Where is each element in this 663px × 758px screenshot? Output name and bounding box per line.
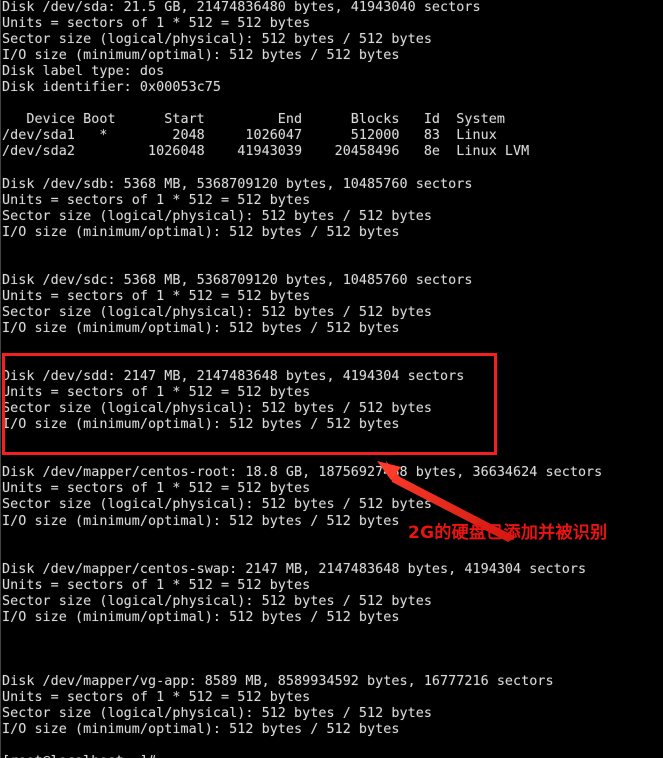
terminal-line: Disk /dev/sdc: 5368 MB, 5368709120 bytes… xyxy=(2,272,473,288)
fdisk-output: Disk /dev/sda: 21.5 GB, 21474836480 byte… xyxy=(2,0,602,758)
terminal-line: Units = sectors of 1 * 512 = 512 bytes xyxy=(2,577,311,593)
terminal-line: Sector size (logical/physical): 512 byte… xyxy=(2,706,432,722)
terminal-line: Disk /dev/mapper/vg-app: 8589 MB, 858993… xyxy=(2,673,554,689)
terminal-line: Sector size (logical/physical): 512 byte… xyxy=(2,32,432,48)
terminal-line: Disk label type: dos xyxy=(2,64,165,80)
terminal-line: I/O size (minimum/optimal): 512 bytes / … xyxy=(2,417,400,433)
terminal-left-edge xyxy=(0,0,1,758)
terminal-line: /dev/sda2 1026048 41943039 20458496 8e L… xyxy=(2,144,530,160)
terminal-line: I/O size (minimum/optimal): 512 bytes / … xyxy=(2,320,400,336)
terminal-line: Sector size (logical/physical): 512 byte… xyxy=(2,401,432,417)
terminal-line: Units = sectors of 1 * 512 = 512 bytes xyxy=(2,288,311,304)
terminal-line: Units = sectors of 1 * 512 = 512 bytes xyxy=(2,16,311,32)
terminal-line: Device Boot Start End Blocks Id System xyxy=(2,112,505,128)
terminal-line: Disk /dev/mapper/centos-root: 18.8 GB, 1… xyxy=(2,465,603,481)
terminal-line: Sector size (logical/physical): 512 byte… xyxy=(2,208,432,224)
terminal-line: Units = sectors of 1 * 512 = 512 bytes xyxy=(2,481,311,497)
terminal-line: Units = sectors of 1 * 512 = 512 bytes xyxy=(2,385,311,401)
annotation-note-text: 2G的硬盘已添加并被识别 xyxy=(408,523,608,543)
terminal-line: Disk /dev/sdb: 5368 MB, 5368709120 bytes… xyxy=(2,176,473,192)
terminal-line: Disk /dev/sdd: 2147 MB, 2147483648 bytes… xyxy=(2,369,465,385)
terminal-line: Sector size (logical/physical): 512 byte… xyxy=(2,497,432,513)
terminal-line: Sector size (logical/physical): 512 byte… xyxy=(2,593,432,609)
terminal-line: I/O size (minimum/optimal): 512 bytes / … xyxy=(2,722,400,738)
terminal-line: Units = sectors of 1 * 512 = 512 bytes xyxy=(2,690,311,706)
terminal-line: Disk /dev/sda: 21.5 GB, 21474836480 byte… xyxy=(2,0,481,15)
terminal-line: Disk /dev/mapper/centos-swap: 2147 MB, 2… xyxy=(2,561,587,577)
terminal-line: Disk identifier: 0x00053c75 xyxy=(2,80,222,96)
terminal-line: I/O size (minimum/optimal): 512 bytes / … xyxy=(2,48,400,64)
terminal-line: Sector size (logical/physical): 512 byte… xyxy=(2,304,432,320)
terminal-line: Units = sectors of 1 * 512 = 512 bytes xyxy=(2,192,311,208)
terminal-line: I/O size (minimum/optimal): 512 bytes / … xyxy=(2,609,400,625)
terminal-window[interactable]: Disk /dev/sda: 21.5 GB, 21474836480 byte… xyxy=(0,0,663,758)
terminal-line: I/O size (minimum/optimal): 512 bytes / … xyxy=(2,224,400,240)
terminal-line: [root@localhost ~]# xyxy=(2,754,602,758)
terminal-line: /dev/sda1 * 2048 1026047 512000 83 Linux xyxy=(2,128,497,144)
